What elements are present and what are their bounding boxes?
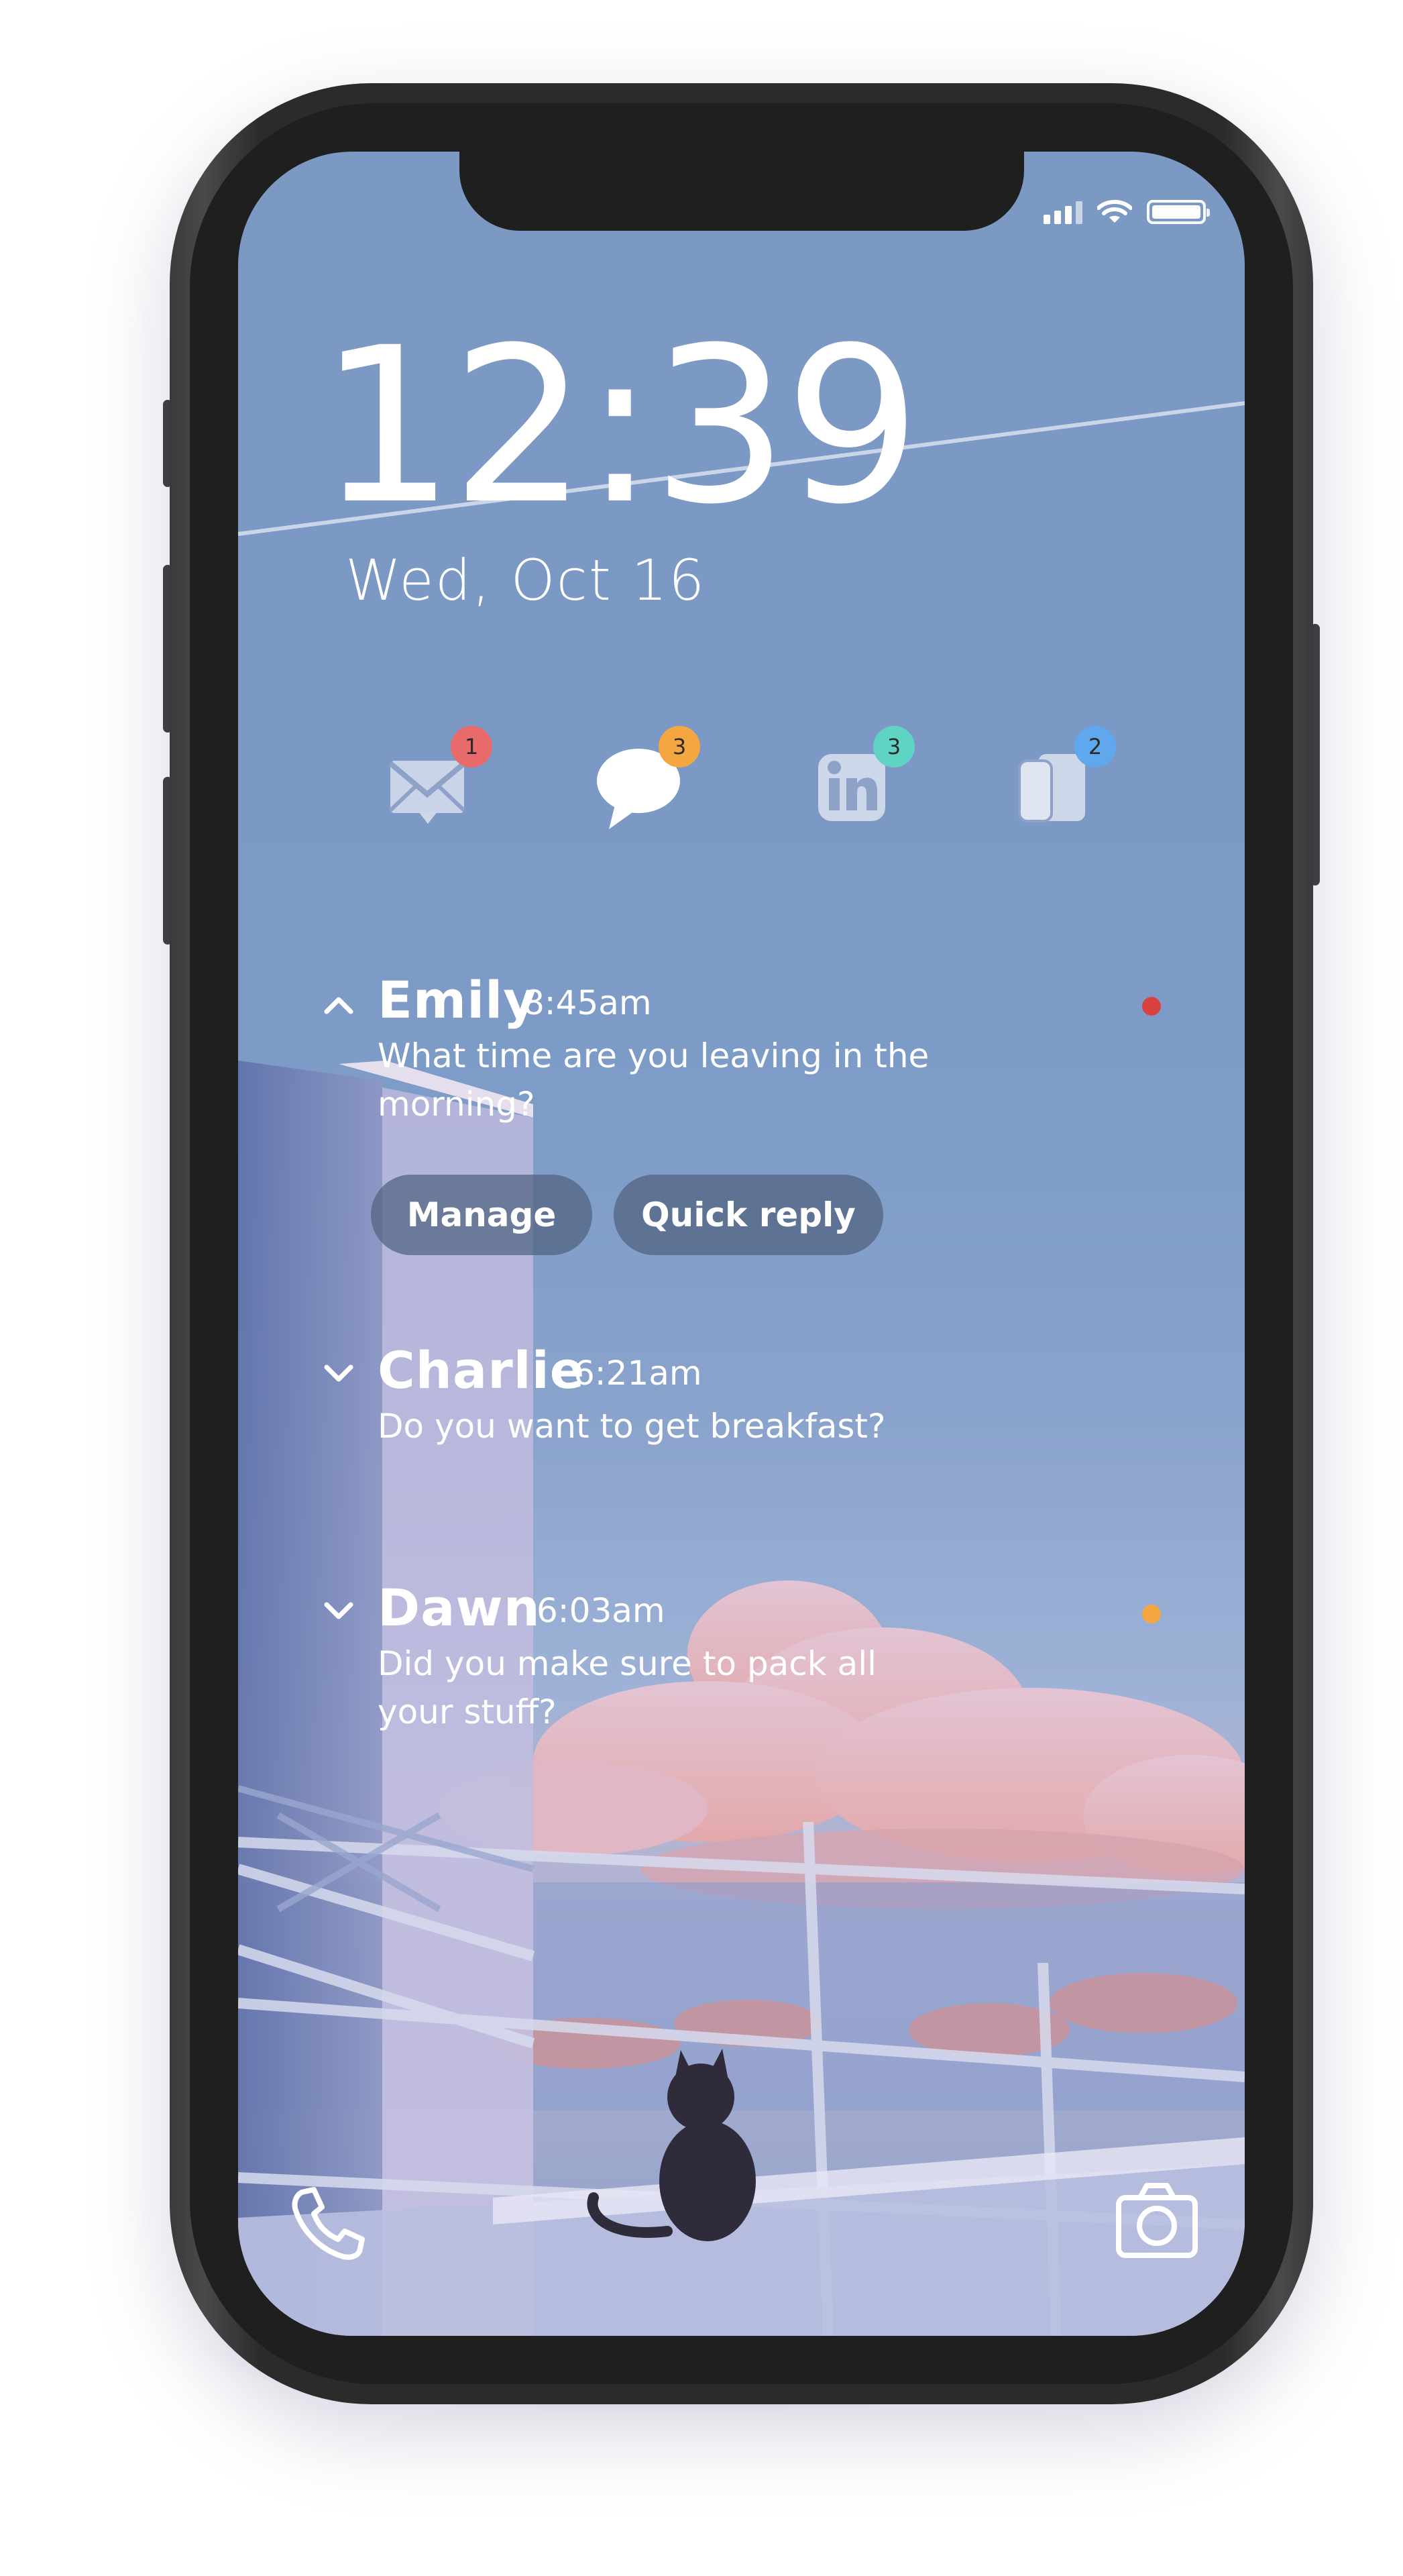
chevron-down-icon[interactable] [319, 1590, 359, 1630]
sender-name: Charlie [378, 1340, 585, 1400]
sender-name: Dawn [378, 1578, 541, 1638]
cards-app-notification[interactable]: 2 [1006, 726, 1116, 836]
unread-dot [1142, 1605, 1161, 1623]
notification-time: 8:45am [523, 983, 652, 1022]
status-bar [1044, 197, 1210, 227]
messages-app-notification[interactable]: 3 [590, 726, 700, 836]
linkedin-app-notification[interactable]: 3 [805, 726, 915, 836]
lock-screen-time: 12:39 [319, 302, 921, 551]
cards-badge: 2 [1074, 726, 1116, 767]
quick-reply-button[interactable]: Quick reply [614, 1175, 883, 1255]
notification-message: What time are you leaving in the morning… [378, 1036, 930, 1124]
mail-badge: 1 [451, 726, 492, 767]
signal-bars-icon [1044, 200, 1082, 224]
linkedin-badge: 3 [873, 726, 915, 767]
battery-icon [1147, 200, 1210, 224]
camera-icon[interactable] [1113, 2178, 1200, 2265]
manage-button[interactable]: Manage [371, 1175, 592, 1255]
messages-badge: 3 [659, 726, 700, 767]
notch [459, 152, 1024, 231]
lock-screen-date: Wed, Oct 16 [345, 547, 706, 613]
mail-app-notification[interactable]: 1 [382, 726, 492, 836]
sender-name: Emily [378, 970, 537, 1030]
wifi-icon [1097, 200, 1132, 223]
notification-time: 6:03am [537, 1591, 665, 1630]
chevron-up-icon[interactable] [319, 985, 359, 1025]
phone-icon[interactable] [282, 2178, 369, 2265]
notification-message: Do you want to get breakfast? [378, 1407, 886, 1446]
chevron-down-icon[interactable] [319, 1352, 359, 1393]
lock-screen: 12:39 Wed, Oct 16 1 3 3 2 Emily 8:45am W… [238, 152, 1245, 2336]
notification-message: Did you make sure to pack all your stuff… [378, 1644, 877, 1731]
unread-dot [1142, 997, 1161, 1016]
notification-time: 6:21am [573, 1354, 702, 1393]
